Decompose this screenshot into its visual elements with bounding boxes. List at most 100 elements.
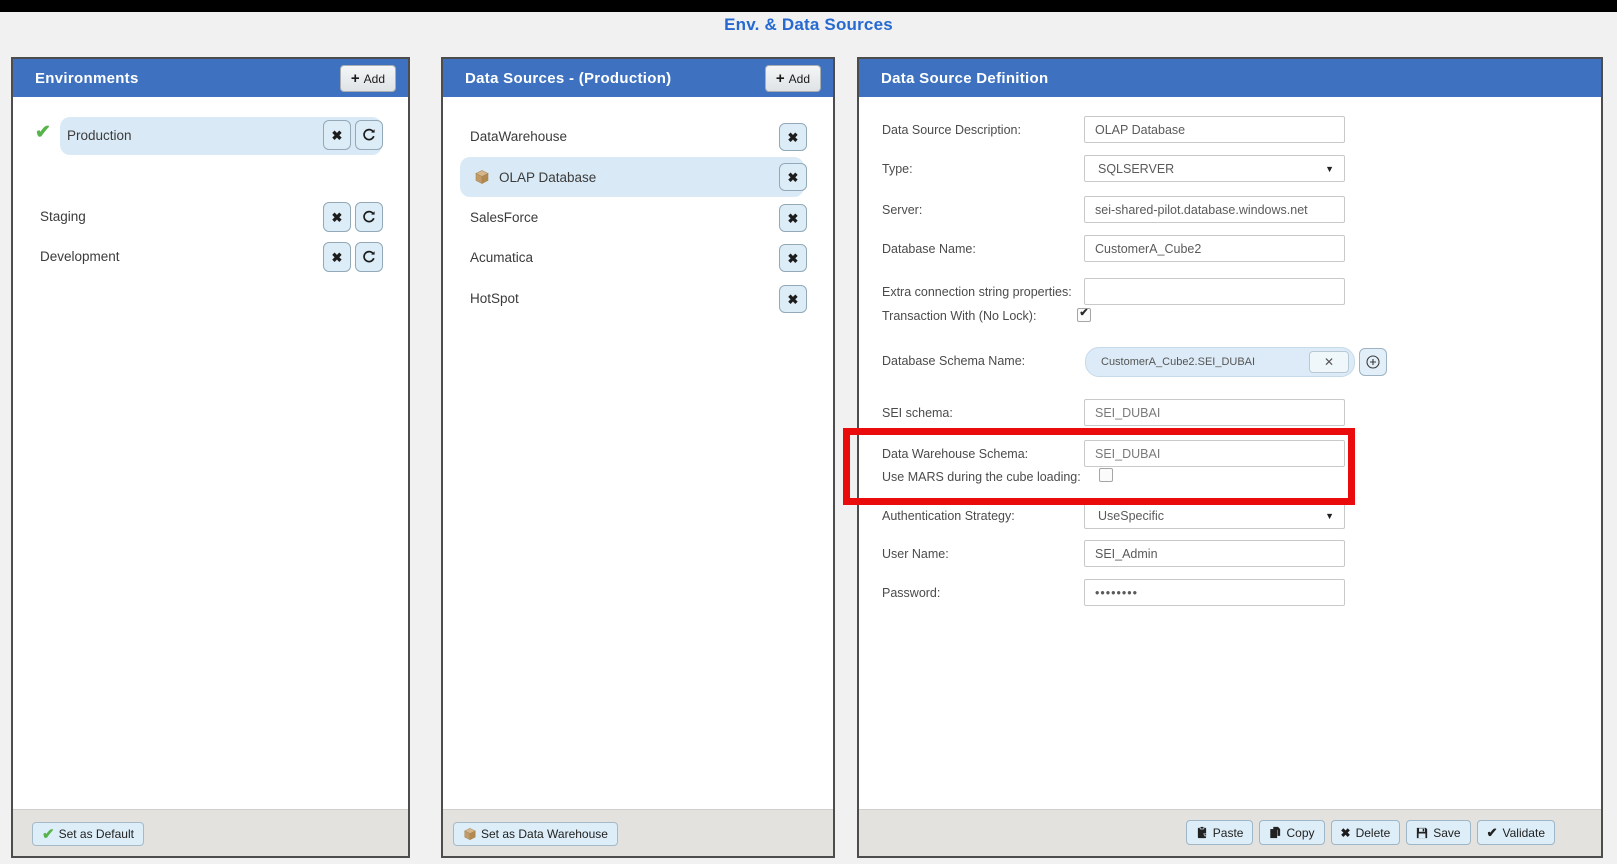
use-mars-checkbox[interactable] — [1099, 468, 1113, 482]
environment-name[interactable]: Development — [40, 249, 120, 264]
close-icon: ✖ — [788, 131, 799, 144]
chevron-down-icon: ▼ — [1325, 164, 1334, 174]
user-name-label: User Name: — [882, 547, 949, 561]
set-as-data-warehouse-button[interactable]: Set as Data Warehouse — [453, 822, 618, 846]
paste-button[interactable]: Paste — [1186, 820, 1254, 845]
data-source-name[interactable]: HotSpot — [470, 291, 519, 306]
circled-plus-icon — [1365, 354, 1381, 370]
delete-data-source-button[interactable]: ✖ — [779, 163, 807, 191]
delete-environment-button[interactable]: ✖ — [323, 202, 351, 232]
refresh-icon — [362, 210, 376, 224]
delete-environment-button[interactable]: ✖ — [323, 242, 351, 272]
definition-panel-header: Data Source Definition — [859, 59, 1601, 97]
transaction-nolock-checkbox[interactable]: ✔ — [1077, 308, 1091, 322]
environments-panel-footer: ✔ Set as Default — [13, 809, 408, 856]
data-warehouse-schema-label: Data Warehouse Schema: — [882, 447, 1028, 461]
delete-data-source-button[interactable]: ✖ — [779, 285, 807, 313]
data-warehouse-schema-input[interactable] — [1084, 440, 1345, 467]
set-as-default-button[interactable]: ✔ Set as Default — [32, 822, 144, 846]
close-icon: ✖ — [788, 171, 799, 184]
save-floppy-icon — [1416, 827, 1428, 839]
definition-action-buttons: Paste Copy ✖ Delete Save — [1186, 820, 1555, 845]
paste-button-label: Paste — [1213, 826, 1244, 840]
close-icon: ✕ — [1324, 355, 1334, 369]
save-button-label: Save — [1433, 826, 1460, 840]
refresh-environment-button[interactable] — [355, 202, 383, 232]
description-label: Data Source Description: — [882, 123, 1021, 137]
copy-icon — [1269, 826, 1281, 839]
checkmark-icon: ✔ — [1487, 826, 1498, 839]
remove-schema-tag-button[interactable]: ✕ — [1309, 351, 1349, 373]
description-input[interactable] — [1084, 116, 1345, 143]
extra-properties-label: Extra connection string properties: — [882, 285, 1072, 299]
copy-button-label: Copy — [1286, 826, 1314, 840]
environments-panel-header: Environments + Add — [13, 59, 408, 97]
delete-button-label: Delete — [1356, 826, 1391, 840]
server-input[interactable] — [1084, 196, 1345, 223]
green-check-icon: ✔ — [42, 827, 55, 842]
delete-data-source-button[interactable]: ✖ — [779, 244, 807, 272]
chevron-down-icon: ▼ — [1325, 511, 1334, 521]
environment-name[interactable]: Staging — [40, 209, 86, 224]
transaction-nolock-label: Transaction With (No Lock): — [882, 309, 1036, 323]
delete-button[interactable]: ✖ Delete — [1331, 820, 1401, 845]
cube-warehouse-icon — [474, 169, 490, 185]
add-environment-button[interactable]: + Add — [340, 65, 396, 92]
database-name-input[interactable] — [1084, 235, 1345, 262]
database-name-label: Database Name: — [882, 242, 976, 256]
delete-environment-button[interactable]: ✖ — [323, 120, 351, 150]
data-sources-list: DataWarehouse ✖ OLAP Database ✖ SalesFor… — [443, 97, 833, 809]
add-schema-button[interactable] — [1359, 348, 1387, 376]
sei-schema-label: SEI schema: — [882, 406, 953, 420]
environment-name[interactable]: Production — [67, 128, 132, 143]
refresh-icon — [362, 250, 376, 264]
sei-schema-input[interactable] — [1084, 399, 1345, 426]
delete-data-source-button[interactable]: ✖ — [779, 204, 807, 232]
save-button[interactable]: Save — [1406, 820, 1470, 845]
close-icon: ✖ — [788, 212, 799, 225]
schema-tag-text: CustomerA_Cube2.SEI_DUBAI — [1101, 356, 1309, 368]
delete-data-source-button[interactable]: ✖ — [779, 123, 807, 151]
data-sources-panel: Data Sources - (Production) + Add DataWa… — [441, 57, 835, 858]
paste-clipboard-icon — [1196, 826, 1208, 839]
refresh-environment-button[interactable] — [355, 242, 383, 272]
copy-button[interactable]: Copy — [1259, 820, 1324, 845]
authentication-strategy-select[interactable]: UseSpecific ▼ — [1084, 502, 1345, 529]
type-select[interactable]: SQLSERVER ▼ — [1084, 155, 1345, 182]
page-title: Env. & Data Sources — [0, 15, 1617, 35]
default-environment-check-icon: ✔ — [35, 123, 51, 142]
refresh-environment-button[interactable] — [355, 120, 383, 150]
validate-button-label: Validate — [1503, 826, 1545, 840]
data-source-name[interactable]: DataWarehouse — [470, 129, 567, 144]
definition-panel-footer: Paste Copy ✖ Delete Save — [859, 809, 1601, 856]
environments-list: ✔ Production ✖ Staging ✖ Development ✖ — [13, 97, 408, 809]
close-icon: ✖ — [1341, 827, 1351, 839]
server-label: Server: — [882, 203, 922, 217]
close-icon: ✖ — [788, 293, 799, 306]
authentication-strategy-value: UseSpecific — [1098, 509, 1164, 523]
add-environment-button-label: Add — [364, 72, 385, 86]
environments-panel-title: Environments — [13, 70, 139, 87]
authentication-strategy-label: Authentication Strategy: — [882, 509, 1015, 523]
top-bar — [0, 0, 1617, 12]
add-data-source-button[interactable]: + Add — [765, 65, 821, 92]
set-as-default-label: Set as Default — [59, 827, 134, 841]
definition-form: Data Source Description: Type: SQLSERVER… — [859, 97, 1601, 809]
data-source-name[interactable]: Acumatica — [470, 250, 533, 265]
data-source-name[interactable]: SalesForce — [470, 210, 538, 225]
schema-tag: CustomerA_Cube2.SEI_DUBAI ✕ — [1085, 347, 1355, 377]
data-sources-panel-title: Data Sources - (Production) — [443, 70, 671, 87]
plus-icon: + — [351, 71, 360, 86]
password-input[interactable] — [1084, 579, 1345, 606]
validate-button[interactable]: ✔ Validate — [1477, 820, 1555, 845]
user-name-input[interactable] — [1084, 540, 1345, 567]
data-source-name[interactable]: OLAP Database — [499, 170, 596, 185]
close-icon: ✖ — [332, 251, 343, 264]
close-icon: ✖ — [332, 129, 343, 142]
set-as-data-warehouse-label: Set as Data Warehouse — [481, 827, 608, 841]
cube-warehouse-icon — [463, 827, 477, 841]
use-mars-label: Use MARS during the cube loading: — [882, 470, 1081, 484]
extra-properties-input[interactable] — [1084, 278, 1345, 305]
refresh-icon — [362, 128, 376, 142]
password-label: Password: — [882, 586, 940, 600]
